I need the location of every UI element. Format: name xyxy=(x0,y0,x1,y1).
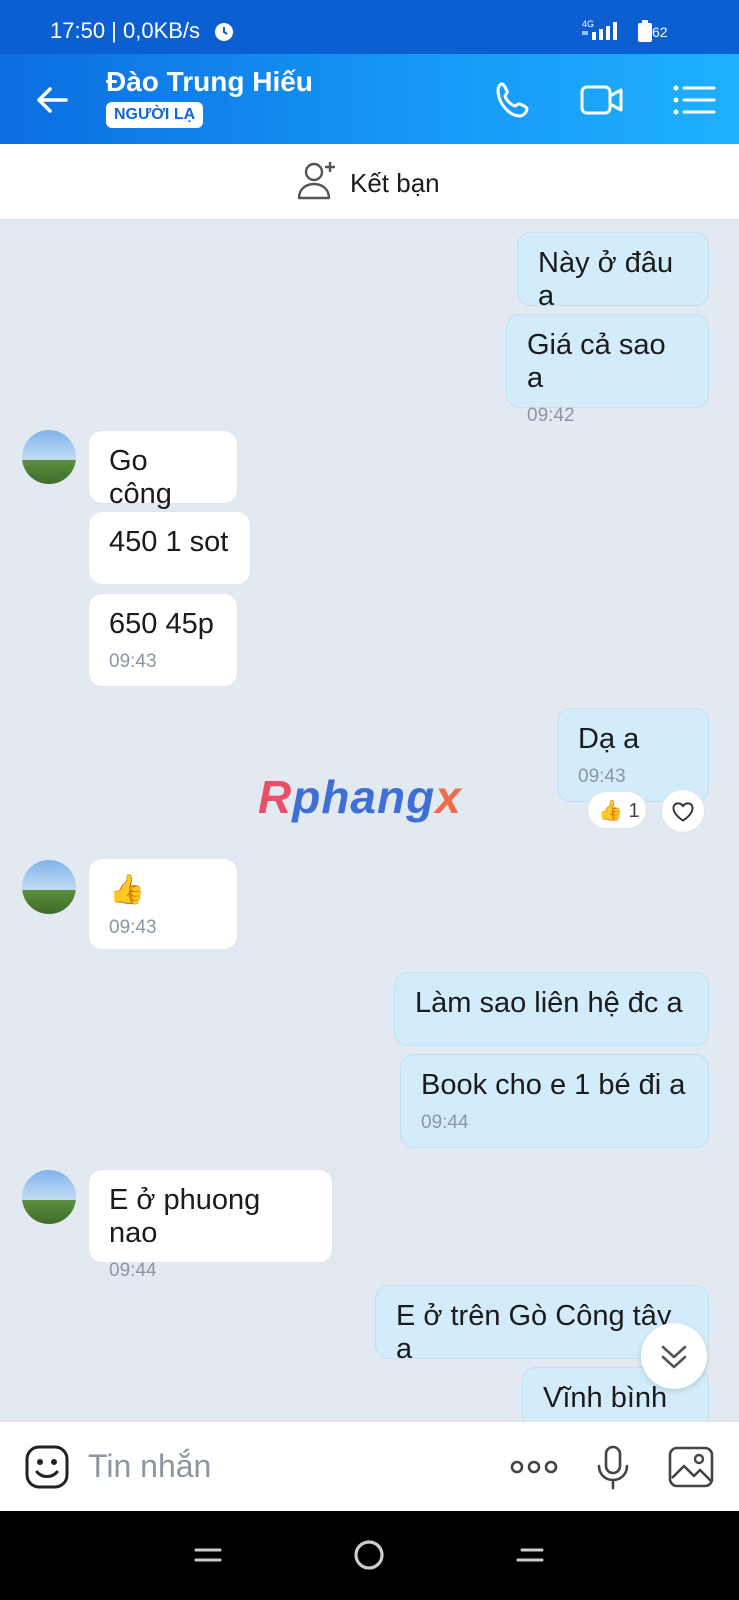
avatar[interactable] xyxy=(22,430,76,484)
network-label: 4G xyxy=(582,19,594,29)
message-time: 09:44 xyxy=(421,1112,469,1133)
message-text: Giá cả sao a xyxy=(527,329,666,394)
message-text: 650 45p xyxy=(109,608,214,640)
add-friend-label: Kết bạn xyxy=(350,168,440,198)
message-bubble[interactable]: Làm sao liên hệ đc a xyxy=(394,972,709,1046)
message-text: 👍 xyxy=(109,874,146,906)
reaction-emoji: 👍 xyxy=(598,800,623,822)
message-input-bar: Tin nhắn xyxy=(0,1421,739,1511)
reaction-count: 1 xyxy=(628,800,640,822)
signal-icon: 4G xyxy=(582,19,617,40)
message-time: 09:43 xyxy=(109,917,157,938)
sticker-icon[interactable] xyxy=(24,1444,70,1490)
chat-header: Đào Trung Hiếu NGƯỜI LẠ xyxy=(0,54,739,144)
alarm-icon xyxy=(215,23,233,41)
back-nav-icon[interactable] xyxy=(510,1535,550,1575)
video-call-icon[interactable] xyxy=(578,76,626,124)
status-bar: 17:50 | 0,0KB/s 4G 62 xyxy=(0,0,739,54)
status-time: 17:50 | 0,0KB/s xyxy=(50,18,201,43)
heart-icon[interactable] xyxy=(661,789,705,833)
message-text: 450 1 sot xyxy=(109,526,229,558)
message-time: 09:43 xyxy=(109,651,157,672)
message-bubble[interactable]: 👍 09:43 xyxy=(88,858,238,950)
watermark-logo: Rphangx xyxy=(258,771,462,823)
add-friend-icon xyxy=(297,162,335,200)
back-arrow-icon[interactable] xyxy=(32,80,72,120)
more-options-icon[interactable] xyxy=(508,1444,560,1490)
message-bubble[interactable]: 450 1 sot xyxy=(88,511,251,585)
phone-call-icon[interactable] xyxy=(490,76,538,124)
message-bubble[interactable]: Go công xyxy=(88,430,238,510)
message-text: Làm sao liên hệ đc a xyxy=(415,987,683,1019)
microphone-icon[interactable] xyxy=(590,1444,636,1490)
message-text: Book cho e 1 bé đi a xyxy=(421,1069,686,1101)
stranger-badge: NGƯỜI LẠ xyxy=(106,102,204,128)
message-time: 09:42 xyxy=(527,405,575,426)
message-bubble[interactable]: Giá cả sao a 09:42 xyxy=(506,314,709,426)
message-time: 09:43 xyxy=(578,766,626,787)
menu-list-icon[interactable] xyxy=(670,76,718,124)
contact-name[interactable]: Đào Trung Hiếu xyxy=(106,66,313,98)
battery-icon xyxy=(638,20,652,42)
system-nav-bar xyxy=(0,1511,739,1600)
avatar[interactable] xyxy=(22,860,76,914)
chevron-double-down-icon xyxy=(661,1345,687,1369)
message-input[interactable]: Tin nhắn xyxy=(88,1448,211,1485)
message-bubble[interactable]: Này ở đâu a xyxy=(517,232,709,312)
battery-level: 62 xyxy=(652,24,668,40)
message-time: 09:44 xyxy=(109,1260,157,1281)
message-text: Go công xyxy=(109,445,172,510)
message-bubble[interactable]: E ở phuong nao 09:44 xyxy=(88,1169,333,1281)
message-bubble[interactable]: 650 45p 09:43 xyxy=(88,593,238,687)
add-friend-bar[interactable]: Kết bạn xyxy=(0,144,739,220)
message-bubble[interactable]: Dạ a 09:43 xyxy=(557,708,709,802)
scroll-to-bottom-button[interactable] xyxy=(641,1323,707,1389)
reaction-badge[interactable]: 👍 1 xyxy=(587,791,647,829)
avatar[interactable] xyxy=(22,1170,76,1224)
message-text: Dạ a xyxy=(578,723,640,755)
recents-icon[interactable] xyxy=(188,1535,228,1575)
image-gallery-icon[interactable] xyxy=(668,1444,714,1490)
message-bubble[interactable]: Book cho e 1 bé đi a 09:44 xyxy=(400,1054,709,1148)
message-text: Này ở đâu a xyxy=(538,247,674,312)
message-text: E ở phuong nao xyxy=(109,1184,261,1249)
message-text: E ở trên Gò Công tây a xyxy=(396,1300,672,1365)
home-icon[interactable] xyxy=(349,1535,389,1575)
